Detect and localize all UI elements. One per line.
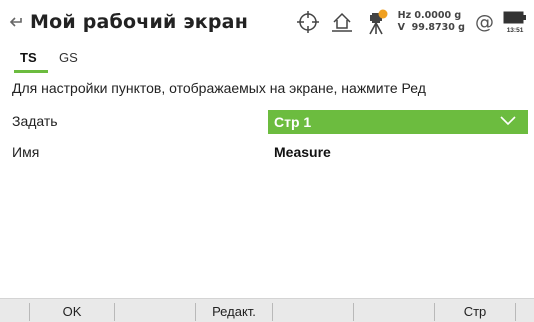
back-button[interactable] bbox=[4, 0, 30, 44]
active-tab-indicator bbox=[14, 70, 48, 73]
hint-text: Для настройки пунктов, отображаемых на э… bbox=[12, 80, 426, 96]
chevron-down-icon bbox=[500, 116, 516, 126]
battery-status[interactable]: 13:51 bbox=[502, 10, 528, 34]
page-title: Мой рабочий экран bbox=[30, 11, 249, 33]
crosshair-target-icon bbox=[296, 11, 319, 33]
status-bar: Hz 0.0000 g V 99.8730 g @ 13:51 bbox=[296, 4, 528, 40]
v-value: V 99.8730 g bbox=[397, 22, 465, 33]
set-row: Задать Стр 1 bbox=[0, 110, 534, 134]
target-status[interactable] bbox=[296, 10, 320, 34]
battery-icon bbox=[503, 11, 526, 24]
title-bar: Мой рабочий экран Hz 0.0000 g V 99.8730 … bbox=[0, 0, 534, 44]
hz-value: Hz 0.0000 g bbox=[397, 10, 462, 21]
page-button[interactable]: Стр bbox=[435, 299, 515, 322]
softkey-bar: OK Редакт. Стр bbox=[0, 298, 534, 322]
back-arrow-icon bbox=[9, 17, 22, 27]
tab-bar: TS GS bbox=[0, 44, 534, 74]
edit-button[interactable]: Редакт. bbox=[196, 299, 272, 322]
ok-button[interactable]: OK bbox=[30, 299, 114, 322]
tab-gs[interactable]: GS bbox=[59, 50, 78, 65]
page-select[interactable]: Стр 1 bbox=[268, 110, 528, 134]
at-icon[interactable]: @ bbox=[475, 11, 494, 33]
softkey-2[interactable] bbox=[115, 299, 195, 322]
clock-time: 13:51 bbox=[506, 27, 524, 34]
softkey-divider bbox=[515, 303, 516, 321]
name-row: Имя Measure bbox=[0, 141, 534, 165]
home-status[interactable] bbox=[330, 10, 354, 34]
instrument-status[interactable] bbox=[364, 9, 388, 35]
page-select-value: Стр 1 bbox=[274, 114, 312, 130]
instrument-alert-icon bbox=[368, 9, 388, 35]
name-value: Measure bbox=[274, 144, 331, 160]
home-icon bbox=[331, 12, 352, 32]
tab-ts[interactable]: TS bbox=[20, 50, 37, 65]
name-label: Имя bbox=[12, 144, 40, 160]
softkey-4[interactable] bbox=[273, 299, 353, 322]
angle-readout: Hz 0.0000 g V 99.8730 g bbox=[398, 10, 465, 34]
set-label: Задать bbox=[12, 113, 58, 129]
softkey-5[interactable] bbox=[354, 299, 434, 322]
